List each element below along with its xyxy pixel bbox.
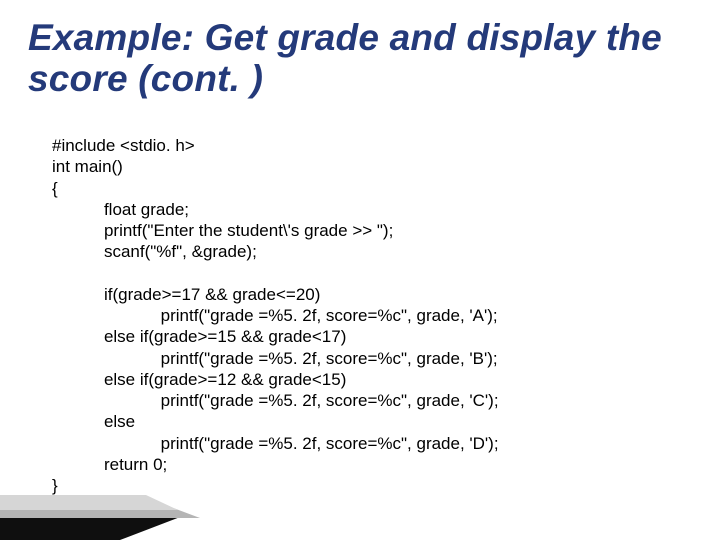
slide-title: Example: Get grade and display the score…: [28, 18, 700, 99]
slide: Example: Get grade and display the score…: [0, 0, 720, 540]
code-block: #include <stdio. h> int main() { float g…: [52, 135, 680, 496]
